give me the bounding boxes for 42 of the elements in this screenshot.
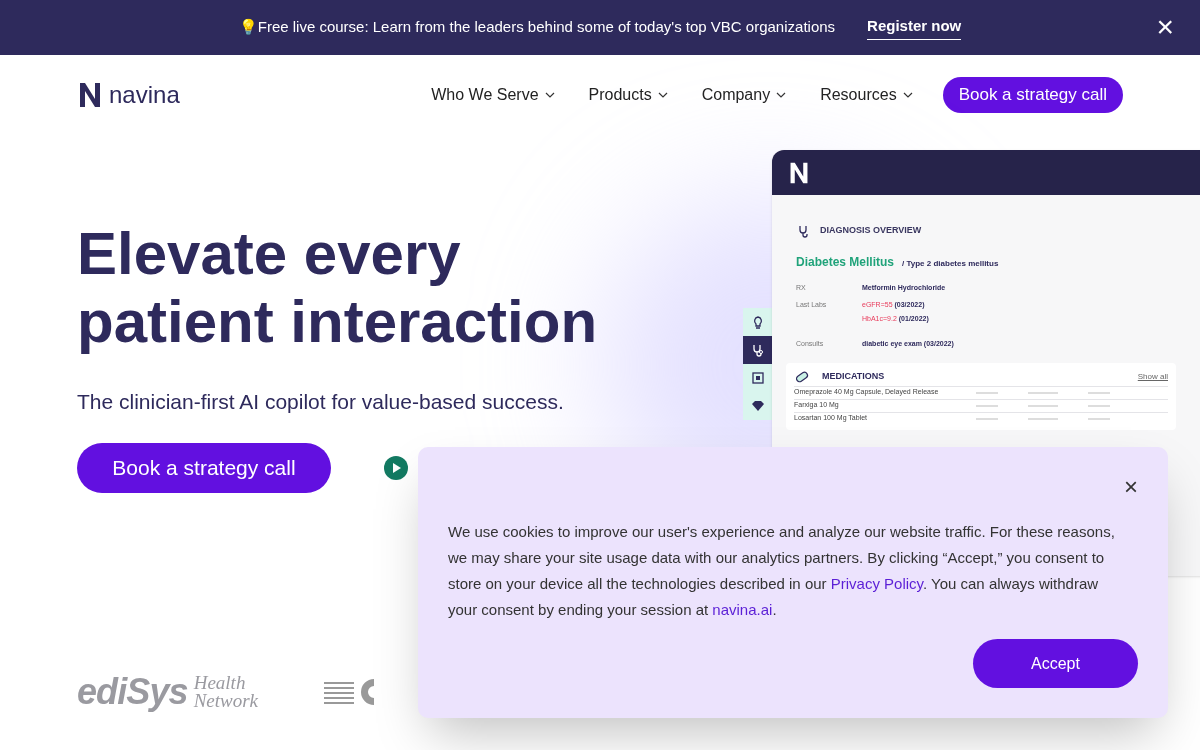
register-link[interactable]: Register now — [867, 15, 962, 40]
diagnosis-name: Diabetes Mellitus — [796, 254, 895, 271]
logo-tagline: Health Network — [193, 674, 260, 710]
accept-button[interactable]: Accept — [973, 639, 1138, 688]
nav-menu-item[interactable]: Who We Serve — [431, 83, 555, 107]
medications-title: MEDICATIONS — [822, 370, 885, 384]
placeholder-line — [1088, 391, 1110, 394]
hero-subtitle: The clinician-first AI copilot for value-based success. — [77, 389, 565, 415]
document-icon — [749, 370, 766, 386]
chevron-down-icon — [776, 92, 787, 98]
site-link[interactable]: navina.ai — [712, 601, 773, 618]
hero-heading: Elevate every patient interaction — [77, 220, 599, 356]
logo-text: navina — [109, 80, 180, 110]
placeholder-line — [1088, 417, 1110, 420]
chevron-down-icon — [902, 92, 913, 98]
announcement-text: 💡Free live course: Learn from the leaders behind some of today's top VBC organizations — [238, 17, 836, 38]
play-icon[interactable] — [384, 455, 408, 480]
show-all-link[interactable]: Show all — [1137, 371, 1168, 383]
close-button[interactable]: × — [1156, 12, 1174, 42]
privacy-policy-link[interactable]: Privacy Policy — [830, 575, 923, 592]
cookie-text: We use cookies to improve our user's experience and analyze our website traffic. For these reasons, we may share your site usage data with our analytics partners. By clicking “Accept,” you consent to store on your device all the technologies described in our Privacy Policy. You can always withdraw your consent by ending your session at navina.ai. — [448, 522, 1116, 620]
placeholder-line — [1028, 404, 1058, 407]
book-call-button[interactable]: Book a strategy call — [942, 77, 1123, 113]
chevron-down-icon — [657, 92, 668, 98]
nav-menu-item[interactable]: Company — [701, 83, 787, 107]
placeholder-line — [1028, 417, 1058, 420]
nav-menu-item[interactable]: Products — [588, 83, 668, 107]
section-title: DIAGNOSIS OVERVIEW — [820, 224, 922, 238]
close-button[interactable]: × — [1124, 475, 1138, 499]
placeholder-line — [976, 404, 998, 407]
diagnosis-detail: / Type 2 diabetes mellitus — [902, 258, 999, 270]
placeholder-line — [976, 391, 998, 394]
sidebar-tab[interactable] — [743, 336, 772, 364]
logo-icon — [788, 160, 810, 185]
placeholder-line — [976, 417, 998, 420]
placeholder-line — [1088, 404, 1110, 407]
nav-menu-item[interactable]: Resources — [820, 83, 913, 107]
logo-text: ediSys — [77, 670, 188, 714]
chevron-down-icon — [544, 92, 555, 98]
logo-icon — [77, 81, 103, 109]
book-call-button[interactable]: Book a strategy call — [77, 442, 331, 493]
placeholder-line — [1028, 391, 1058, 394]
